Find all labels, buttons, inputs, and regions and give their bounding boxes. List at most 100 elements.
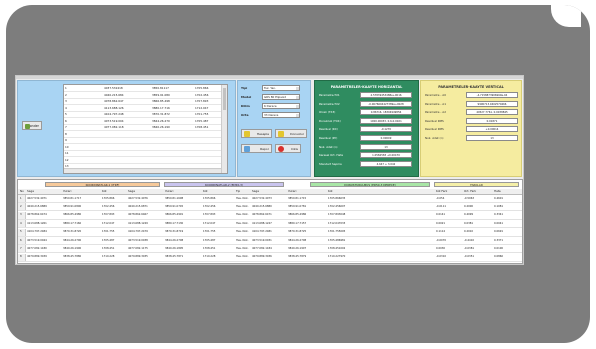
parameter-value-field[interactable]: 9990713.0402570466 xyxy=(466,100,518,107)
parameter-label: Nok. Adet (n) xyxy=(425,136,444,140)
exit-button[interactable]: Cikis xyxy=(275,144,301,153)
table-cell: 1705.487 xyxy=(102,238,115,242)
table-cell: 4073.519.0031 xyxy=(252,238,272,242)
table-cell: 1702.456 xyxy=(102,204,115,208)
parameter-label: Residual (RY) xyxy=(319,136,338,140)
column-header[interactable]: Saga xyxy=(252,189,259,193)
column-header[interactable]: Hata xyxy=(494,189,501,193)
meridian-select[interactable]: 33 Derece xyxy=(262,112,300,118)
grid-row-number: 5 xyxy=(65,112,67,116)
table-cell: 3850.81.1717 xyxy=(63,196,82,200)
table-row[interactable]: 7 4077.082.1180 3840.26.1900 1708.451 4077.0… xyxy=(18,245,522,254)
parameter-row: Nok. Adet (n) 13 xyxy=(319,143,414,150)
table-cell: 0.4601 xyxy=(494,196,504,200)
type-select[interactable]: Tuz. Yan. xyxy=(262,85,300,91)
table-cell: Hes. Nok. xyxy=(236,238,249,242)
parameter-value-field[interactable]: 0.00009 xyxy=(360,135,412,141)
table-cell: Hes. Nok. xyxy=(236,230,249,234)
field-type-label: Tipi xyxy=(241,86,248,90)
column-header[interactable]: Saga xyxy=(128,189,135,193)
table-cell: 0.0141 xyxy=(436,213,446,217)
parameter-value-field[interactable]: 40527.7761. 0.0038845 xyxy=(466,109,518,116)
table-row[interactable]: 4 4113.688.1261 3880.17.7160 1712.047 4113.6… xyxy=(18,220,522,229)
parameter-value-field[interactable]: 0.01871 xyxy=(466,117,518,124)
column-header[interactable]: Yukari xyxy=(165,189,173,193)
parameter-label: Parametre - A2 xyxy=(425,110,446,115)
table-cell: 0.2000 xyxy=(464,204,474,208)
column-header[interactable]: Kot Fark xyxy=(436,189,447,193)
table-cell: -0.0351 xyxy=(464,255,475,259)
table-row[interactable]: 3 4078.862.6474 3866.85.4980 1707.893 4078.8… xyxy=(18,211,522,220)
parameter-value-field[interactable]: -0.0676604427389e+0028 xyxy=(360,100,412,107)
table-cell: 0.0860 xyxy=(494,255,504,259)
table-cell: 4027.532.4076 xyxy=(128,196,148,200)
table-row[interactable]: 5 4104.797.2484 3870.31.8720 1701.755 4104.7… xyxy=(18,228,522,237)
grid-cell: 3859.91.080 xyxy=(152,92,170,97)
report-button[interactable]: Rapor xyxy=(241,144,272,153)
zone-select[interactable]: 6 Derece xyxy=(262,103,300,109)
convert-button[interactable]: Donustur xyxy=(275,129,307,138)
grid-row[interactable]: 13 xyxy=(64,163,221,170)
parameter-value-field[interactable]: -0.1270 xyxy=(360,126,412,133)
grid-cell: 3880.17.716 xyxy=(152,105,170,110)
convert-button-label: Donustur xyxy=(290,132,304,136)
grid-cell: 4040.215.684 xyxy=(104,92,124,97)
table-cell: -0.054 xyxy=(436,196,445,200)
table-row[interactable]: 6 4073.519.0044 3844.26.2700 1705.487 4073.5… xyxy=(18,237,522,245)
parameter-label: Olcek (TX3) xyxy=(319,110,336,115)
column-header[interactable]: Kot xyxy=(203,189,208,193)
grid-row-number: 10 xyxy=(65,144,69,149)
column-header[interactable]: Kot xyxy=(102,189,107,193)
send-button[interactable]: Gonder xyxy=(22,121,42,130)
table-row[interactable]: 8 4079.889.3039 3838.45.7880 1710.228 4079.8… xyxy=(18,253,522,262)
parameter-value-field[interactable]: 13 xyxy=(466,135,518,141)
chevron-down-icon xyxy=(296,114,299,117)
table-cell: 1712.047 xyxy=(203,221,216,225)
parameter-row: Residual RMS +0.00014 xyxy=(425,126,520,133)
input-points-grid[interactable]: 1 4037.532418 3850.81117 1705.866 2 4040.215.… xyxy=(63,84,228,174)
parameter-value-field[interactable]: +0.00014 xyxy=(466,126,518,133)
row-number: 3 xyxy=(20,213,22,217)
grid-cell: 1705.866 xyxy=(195,86,209,90)
parameter-label: Parametre - A1 xyxy=(425,101,446,106)
meridian-select-value: 33 Derece xyxy=(264,113,279,117)
column-header[interactable]: Yukari xyxy=(63,189,71,193)
column-header[interactable]: Kot xyxy=(328,189,333,193)
calculate-button[interactable]: Hesapla xyxy=(241,129,272,138)
table-cell: 1712.047033 xyxy=(328,221,346,225)
row-number: 1 xyxy=(20,196,22,200)
column-header[interactable]: Yukari xyxy=(288,189,296,193)
grid-vertical-scrollbar[interactable] xyxy=(221,85,227,173)
chevron-down-icon xyxy=(296,96,299,99)
parameter-value-field[interactable]: -4.7158873906969e-04 xyxy=(466,92,518,98)
column-header[interactable]: Tip xyxy=(236,189,240,193)
table-cell: 1707.893 xyxy=(203,213,216,217)
parameter-value-field[interactable]: 4.647 + 3.042 xyxy=(360,160,412,167)
table-cell: 4104.797.2479 xyxy=(128,230,148,234)
grid-cell: 1705.487 xyxy=(195,118,209,123)
table-cell: 1705.486981 xyxy=(328,238,346,242)
parameter-value-field[interactable]: 1000.00033. 0.6-0.0021 xyxy=(360,117,412,124)
table-cell: 1702.456 xyxy=(203,204,216,208)
parameter-value-field[interactable]: 0.86716. 18394949856 xyxy=(360,109,412,116)
card-corner-cutout xyxy=(551,5,581,27)
parameter-value-field[interactable]: 4.57839453488e+0016 xyxy=(360,92,412,98)
model-select[interactable]: GRS 80 Elipsoid xyxy=(262,94,300,100)
parameter-value-field[interactable]: 13 xyxy=(360,143,412,150)
table-row[interactable]: 1 4027.532.4071 3850.81.1717 1705.866 4027.5… xyxy=(18,195,522,203)
table-cell: 1701.755 xyxy=(102,230,115,234)
column-header[interactable]: No xyxy=(20,189,24,193)
grid-row-number: 11 xyxy=(65,151,69,155)
table-row[interactable]: 2 4040.215.6889 3859.91.0800 1702.456 4040.2… xyxy=(18,203,522,212)
table-cell: 4040.215.6880 xyxy=(252,204,272,208)
presentation-card: Gonder 1 4037.532418 3850.81117 1705.866 2 40… xyxy=(6,5,590,343)
column-header[interactable]: Ort. Fark xyxy=(464,189,476,193)
grid-row-number: 3 xyxy=(65,99,67,103)
table-cell: 3880.17.7130 xyxy=(165,221,184,225)
column-header[interactable]: Saga xyxy=(27,189,34,193)
parameter-value-field[interactable]: 1.0584583 +0.00470 xyxy=(360,152,412,159)
grid-row-number: 12 xyxy=(65,157,69,162)
scrollbar-thumb[interactable] xyxy=(223,88,226,110)
parameter-label: Standart Sapma xyxy=(319,161,342,166)
grid-cell: 3850.81117 xyxy=(152,86,169,90)
